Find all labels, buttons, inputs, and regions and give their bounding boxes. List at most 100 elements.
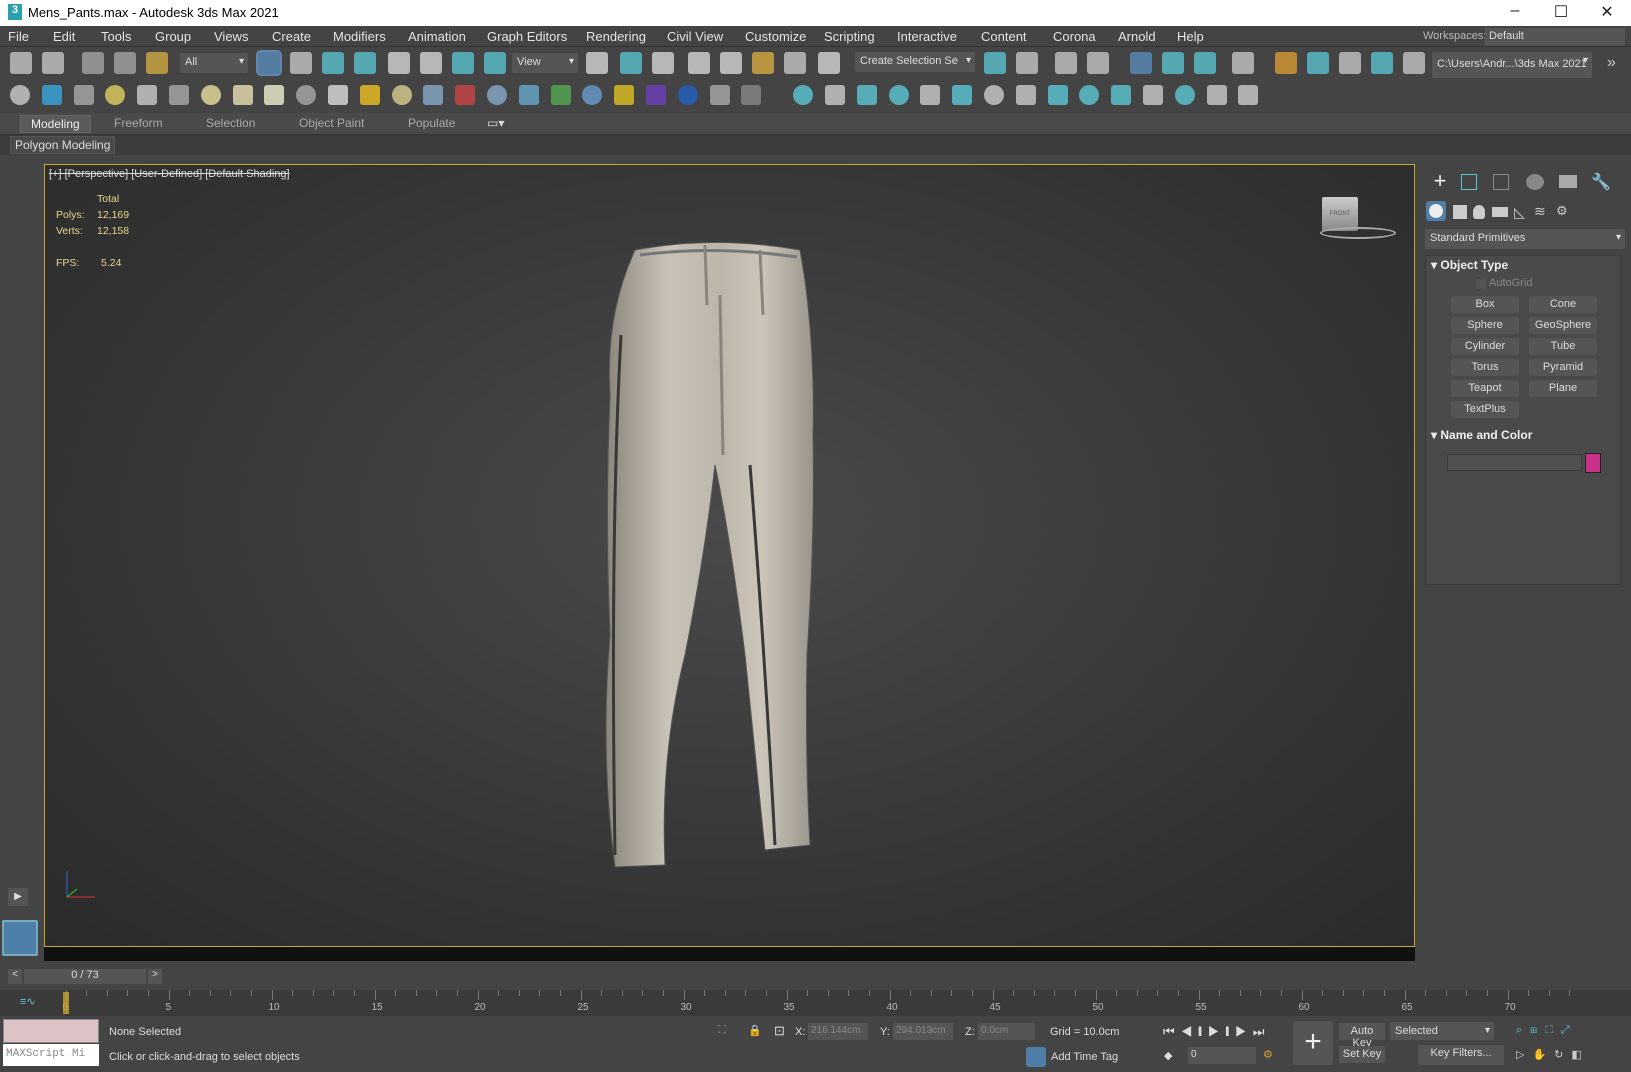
cone-icon[interactable] [328, 85, 348, 105]
create-plane-button[interactable]: Plane [1529, 380, 1597, 397]
lock-selection-icon[interactable]: 🔒 [748, 1024, 762, 1037]
create-textplus-button[interactable]: TextPlus [1451, 401, 1519, 418]
refresh-icon[interactable] [1015, 85, 1036, 105]
light-icon[interactable] [105, 85, 126, 105]
redo-icon[interactable] [42, 52, 64, 74]
play-frame-icon[interactable] [1111, 85, 1132, 105]
add-time-tag[interactable]: Add Time Tag [1051, 1051, 1118, 1063]
cameras-icon[interactable] [1492, 207, 1508, 217]
mirror-icon[interactable] [984, 52, 1006, 74]
category-dropdown[interactable]: Standard Primitives [1425, 229, 1625, 249]
render-icon[interactable] [1339, 52, 1361, 74]
rendered-frame-icon[interactable] [1307, 52, 1329, 74]
menu-animation[interactable]: Animation [408, 29, 466, 44]
close-button[interactable]: ✕ [1587, 2, 1627, 24]
sun-icon[interactable] [359, 85, 380, 105]
tab-freeform[interactable]: Freeform [114, 116, 163, 130]
ribbon-options-icon[interactable]: ▭▾ [487, 116, 504, 130]
window-icon[interactable] [1174, 85, 1195, 105]
teapot3-icon[interactable] [1206, 85, 1227, 105]
systems-icon[interactable]: ⚙ [1556, 203, 1568, 219]
gear-icon[interactable] [518, 85, 539, 105]
render-cloud-icon[interactable] [1371, 52, 1393, 74]
tree-icon[interactable] [952, 85, 973, 105]
time-tag-icon[interactable] [1026, 1047, 1046, 1067]
menu-scripting[interactable]: Scripting [824, 29, 875, 44]
scale-icon[interactable] [452, 52, 474, 74]
isolate-icon[interactable]: ⛶ [718, 1024, 726, 1037]
pants-model[interactable] [565, 235, 925, 915]
undo-icon[interactable] [10, 52, 32, 74]
create-tube-button[interactable]: Tube [1529, 338, 1597, 355]
create-pyramid-button[interactable]: Pyramid [1529, 359, 1597, 376]
scene-explorer-icon[interactable] [1055, 52, 1077, 74]
align-icon[interactable] [1016, 52, 1038, 74]
modify-tab-icon[interactable] [1461, 174, 1477, 190]
key-mode-toggle-icon[interactable]: ◆ [1164, 1049, 1172, 1062]
tab-modeling[interactable]: Modeling [20, 115, 91, 133]
dots-icon[interactable] [614, 85, 635, 105]
set-key-big-button[interactable]: + [1293, 1021, 1333, 1065]
create-cylinder-button[interactable]: Cylinder [1451, 338, 1519, 355]
display-tab-icon[interactable] [1559, 175, 1577, 188]
current-frame-spinner[interactable]: 0 [1188, 1047, 1256, 1064]
tower-icon[interactable] [487, 85, 507, 105]
y-coordinate-field[interactable]: 294.013cm [893, 1023, 953, 1040]
menu-help[interactable]: Help [1177, 29, 1204, 44]
arnold-icon[interactable] [41, 85, 62, 105]
teapot2-icon[interactable] [296, 85, 317, 105]
spinner-snap-icon[interactable] [784, 52, 806, 74]
playback-controls[interactable]: ⏮◀❙▶❙▶⏭ [1163, 1024, 1270, 1040]
autogrid-checkbox[interactable] [1476, 279, 1486, 289]
prev-frame-arrow[interactable]: < [8, 969, 22, 984]
select-object-icon[interactable] [256, 50, 282, 76]
lights-icon[interactable] [1473, 205, 1485, 219]
sun2-icon[interactable] [825, 85, 845, 105]
object-type-heading[interactable]: ▾ Object Type [1431, 258, 1508, 272]
menu-group[interactable]: Group [155, 29, 191, 44]
sphere-blue-icon[interactable] [582, 85, 603, 105]
shapes-icon[interactable] [1453, 205, 1467, 219]
viewport-layout-tab[interactable] [2, 920, 38, 956]
render-setup-icon[interactable] [1275, 52, 1297, 74]
x-coordinate-field[interactable]: 216.144cm [808, 1023, 868, 1040]
percent-snap-icon[interactable] [752, 52, 774, 74]
z-coordinate-field[interactable]: 0.0cm [978, 1023, 1035, 1040]
menu-civil-view[interactable]: Civil View [667, 29, 723, 44]
track-bar[interactable]: ≡∿ 0510152025303540455055606570 [0, 990, 1631, 1016]
camera-icon[interactable] [169, 85, 189, 105]
tree2-icon[interactable] [984, 85, 1004, 105]
edit-named-sets-icon[interactable] [818, 52, 840, 74]
perspective-viewport[interactable]: [+] [Perspective] [User-Defined] [Defaul… [44, 164, 1415, 947]
time-slider-thumb[interactable]: 0 / 73 [24, 969, 146, 984]
menu-arnold[interactable]: Arnold [1118, 29, 1156, 44]
object-color-swatch[interactable] [1585, 453, 1601, 473]
clipboard-icon[interactable] [709, 85, 730, 105]
viewcube[interactable]: FRONT [1322, 197, 1358, 231]
utilities-wrench-icon[interactable]: 🔧 [1591, 172, 1611, 192]
link-icon[interactable] [82, 52, 104, 74]
menu-rendering[interactable]: Rendering [586, 29, 646, 44]
hierarchy-tab-icon[interactable] [1493, 174, 1509, 190]
ball-icon[interactable] [391, 85, 412, 105]
unlink-icon[interactable] [114, 52, 136, 74]
menu-create[interactable]: Create [272, 29, 311, 44]
grid-icon[interactable] [423, 85, 444, 105]
dope-sheet-icon[interactable] [1194, 52, 1216, 74]
named-selection-set-dropdown[interactable]: Create Selection Se [855, 52, 975, 72]
viewcube-ring[interactable] [1320, 227, 1396, 239]
menu-interactive[interactable]: Interactive [897, 29, 957, 44]
menu-edit[interactable]: Edit [53, 29, 75, 44]
time-slider[interactable]: < 0 / 73 > [8, 967, 163, 986]
curve-editor-mini-icon[interactable]: ≡∿ [20, 995, 36, 1008]
set-key-button[interactable]: Set Key [1339, 1046, 1385, 1063]
time-config-icon[interactable]: ⚙ [1263, 1048, 1273, 1061]
dome-icon[interactable] [232, 85, 253, 105]
grass-icon[interactable] [550, 85, 571, 105]
name-and-color-heading[interactable]: ▾ Name and Color [1431, 428, 1532, 442]
bind-space-warp-icon[interactable] [146, 52, 168, 74]
toolbar-overflow-icon[interactable]: » [1607, 54, 1616, 72]
pivot-icon[interactable] [586, 52, 608, 74]
trees-icon[interactable] [888, 85, 909, 105]
tab-selection[interactable]: Selection [206, 116, 255, 130]
